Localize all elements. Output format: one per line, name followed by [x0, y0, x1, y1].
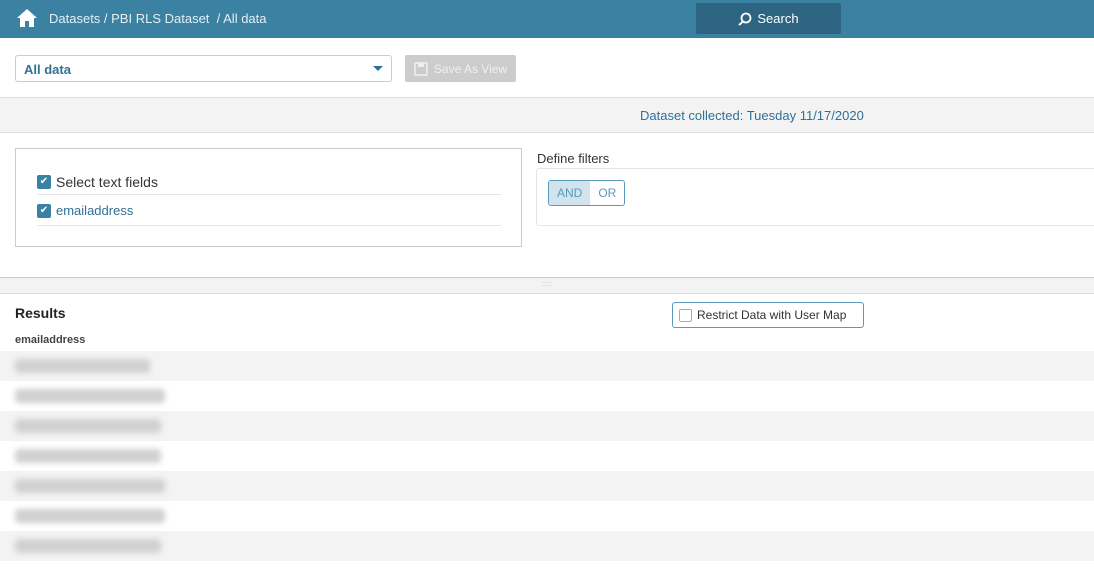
search-button[interactable]: Search: [696, 3, 841, 34]
table-row[interactable]: [0, 411, 1094, 441]
redacted-cell: [15, 419, 161, 433]
table-row[interactable]: [0, 471, 1094, 501]
view-select-value: All data: [24, 62, 71, 77]
restrict-user-map-checkbox[interactable]: Restrict Data with User Map: [672, 302, 864, 328]
save-as-view-button[interactable]: Save As View: [405, 55, 516, 82]
search-icon: [738, 12, 752, 26]
search-label: Search: [757, 11, 799, 26]
redacted-cell: [15, 389, 165, 403]
checkbox-unchecked-icon[interactable]: [679, 308, 692, 322]
redacted-cell: [15, 539, 161, 553]
redacted-cell: [15, 449, 161, 463]
column-header-emailaddress[interactable]: emailaddress: [15, 334, 85, 346]
top-bar: Datasets / PBI RLS Dataset / All data Se…: [0, 0, 1094, 38]
field-label: emailaddress: [56, 203, 134, 218]
dataset-info-band: Dataset collected: Tuesday 11/17/2020: [0, 97, 1094, 133]
define-filters-title: Define filters: [537, 151, 610, 166]
chevron-down-icon: [373, 66, 383, 71]
field-item[interactable]: ✔ emailaddress: [37, 196, 501, 226]
table-row[interactable]: [0, 351, 1094, 381]
select-all-label: Select text fields: [56, 173, 158, 190]
save-icon: [414, 61, 428, 76]
home-icon[interactable]: [16, 8, 38, 28]
dataset-collected: Dataset collected: Tuesday 11/17/2020: [640, 108, 864, 123]
splitter-handle[interactable]: :::::: [0, 277, 1094, 294]
table-row[interactable]: [0, 381, 1094, 411]
checkbox-checked-icon[interactable]: ✔: [37, 174, 51, 189]
table-row[interactable]: [0, 531, 1094, 561]
restrict-label: Restrict Data with User Map: [697, 308, 847, 322]
view-select[interactable]: All data: [15, 55, 392, 82]
and-button[interactable]: AND: [549, 181, 591, 205]
results-title: Results: [15, 305, 66, 321]
table-row[interactable]: [0, 501, 1094, 531]
table-row[interactable]: [0, 441, 1094, 471]
redacted-cell: [15, 509, 165, 523]
save-as-view-label: Save As View: [433, 61, 508, 76]
or-button[interactable]: OR: [590, 181, 624, 205]
checkbox-checked-icon[interactable]: ✔: [37, 203, 51, 218]
filters-panel: AND OR: [536, 168, 1094, 226]
redacted-cell: [15, 359, 150, 373]
text-fields-panel: ✔ Select text fields ✔ emailaddress: [15, 148, 522, 247]
redacted-cell: [15, 479, 165, 493]
and-or-toggle: AND OR: [548, 180, 626, 206]
breadcrumb[interactable]: Datasets / PBI RLS Dataset / All data: [49, 11, 267, 26]
select-all-fields[interactable]: ✔ Select text fields: [37, 169, 501, 195]
results-table: [0, 351, 1094, 561]
